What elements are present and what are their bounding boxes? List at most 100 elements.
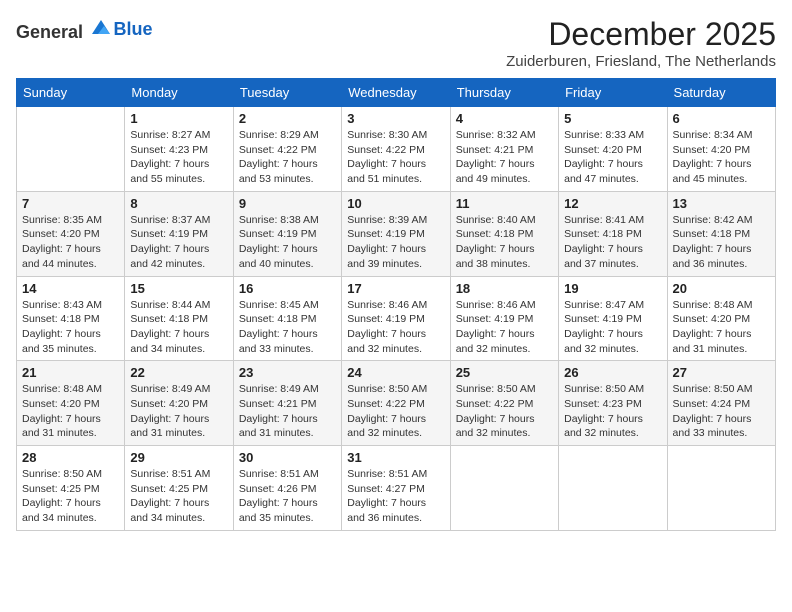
day-number: 4 bbox=[456, 111, 553, 126]
day-info: Sunrise: 8:50 AMSunset: 4:23 PMDaylight:… bbox=[564, 382, 661, 441]
day-info-line: Daylight: 7 hours bbox=[347, 328, 426, 340]
day-info-line: Daylight: 7 hours bbox=[239, 243, 318, 255]
day-number: 12 bbox=[564, 196, 661, 211]
day-info-line: Daylight: 7 hours bbox=[347, 158, 426, 170]
calendar-cell bbox=[17, 107, 125, 192]
calendar-cell: 3Sunrise: 8:30 AMSunset: 4:22 PMDaylight… bbox=[342, 107, 450, 192]
day-number: 8 bbox=[130, 196, 227, 211]
calendar-cell: 27Sunrise: 8:50 AMSunset: 4:24 PMDayligh… bbox=[667, 361, 775, 446]
day-info: Sunrise: 8:38 AMSunset: 4:19 PMDaylight:… bbox=[239, 213, 336, 272]
day-info-line: Sunrise: 8:48 AM bbox=[673, 299, 753, 311]
day-number: 24 bbox=[347, 365, 444, 380]
calendar-cell: 12Sunrise: 8:41 AMSunset: 4:18 PMDayligh… bbox=[559, 191, 667, 276]
day-info-line: Sunrise: 8:51 AM bbox=[347, 468, 427, 480]
day-info-line: Daylight: 7 hours bbox=[239, 158, 318, 170]
day-info-line: Sunset: 4:22 PM bbox=[347, 398, 425, 410]
day-info: Sunrise: 8:51 AMSunset: 4:26 PMDaylight:… bbox=[239, 467, 336, 526]
day-info-line: Sunset: 4:23 PM bbox=[564, 398, 642, 410]
calendar-week-4: 28Sunrise: 8:50 AMSunset: 4:25 PMDayligh… bbox=[17, 446, 776, 531]
day-number: 19 bbox=[564, 281, 661, 296]
day-info-line: Sunset: 4:20 PM bbox=[22, 228, 100, 240]
day-info-line: Sunrise: 8:46 AM bbox=[347, 299, 427, 311]
day-info-line: Daylight: 7 hours bbox=[456, 413, 535, 425]
day-info-line: Sunrise: 8:47 AM bbox=[564, 299, 644, 311]
calendar-cell: 10Sunrise: 8:39 AMSunset: 4:19 PMDayligh… bbox=[342, 191, 450, 276]
day-info-line: Sunrise: 8:51 AM bbox=[130, 468, 210, 480]
day-info-line: Sunrise: 8:39 AM bbox=[347, 214, 427, 226]
day-info-line: Daylight: 7 hours bbox=[239, 328, 318, 340]
day-info: Sunrise: 8:43 AMSunset: 4:18 PMDaylight:… bbox=[22, 298, 119, 357]
day-info-line: and 38 minutes. bbox=[456, 258, 531, 270]
calendar: SundayMondayTuesdayWednesdayThursdayFrid… bbox=[16, 78, 776, 531]
day-info-line: Daylight: 7 hours bbox=[564, 328, 643, 340]
day-info-line: and 34 minutes. bbox=[22, 512, 97, 524]
day-info-line: Sunrise: 8:29 AM bbox=[239, 129, 319, 141]
day-info-line: and 35 minutes. bbox=[22, 343, 97, 355]
day-info: Sunrise: 8:41 AMSunset: 4:18 PMDaylight:… bbox=[564, 213, 661, 272]
day-info-line: Sunset: 4:21 PM bbox=[456, 144, 534, 156]
day-info-line: Sunrise: 8:41 AM bbox=[564, 214, 644, 226]
day-info: Sunrise: 8:42 AMSunset: 4:18 PMDaylight:… bbox=[673, 213, 770, 272]
calendar-cell: 29Sunrise: 8:51 AMSunset: 4:25 PMDayligh… bbox=[125, 446, 233, 531]
col-header-friday: Friday bbox=[559, 79, 667, 107]
calendar-cell: 19Sunrise: 8:47 AMSunset: 4:19 PMDayligh… bbox=[559, 276, 667, 361]
day-info-line: Daylight: 7 hours bbox=[456, 158, 535, 170]
day-info-line: Daylight: 7 hours bbox=[22, 413, 101, 425]
day-info-line: Sunset: 4:20 PM bbox=[22, 398, 100, 410]
day-info-line: and 31 minutes. bbox=[22, 427, 97, 439]
calendar-cell bbox=[559, 446, 667, 531]
day-info-line: Sunset: 4:18 PM bbox=[673, 228, 751, 240]
day-info-line: and 47 minutes. bbox=[564, 173, 639, 185]
day-info-line: and 31 minutes. bbox=[130, 427, 205, 439]
col-header-wednesday: Wednesday bbox=[342, 79, 450, 107]
calendar-week-2: 14Sunrise: 8:43 AMSunset: 4:18 PMDayligh… bbox=[17, 276, 776, 361]
day-info-line: Sunset: 4:19 PM bbox=[130, 228, 208, 240]
day-number: 25 bbox=[456, 365, 553, 380]
day-info-line: Daylight: 7 hours bbox=[130, 243, 209, 255]
day-info-line: and 35 minutes. bbox=[239, 512, 314, 524]
day-info-line: Sunrise: 8:35 AM bbox=[22, 214, 102, 226]
day-info-line: and 42 minutes. bbox=[130, 258, 205, 270]
day-info: Sunrise: 8:50 AMSunset: 4:22 PMDaylight:… bbox=[347, 382, 444, 441]
day-info-line: Sunrise: 8:49 AM bbox=[130, 383, 210, 395]
day-info-line: Sunset: 4:25 PM bbox=[130, 483, 208, 495]
day-info-line: Sunset: 4:20 PM bbox=[673, 313, 751, 325]
day-info-line: Daylight: 7 hours bbox=[347, 413, 426, 425]
day-number: 15 bbox=[130, 281, 227, 296]
day-info-line: Sunrise: 8:32 AM bbox=[456, 129, 536, 141]
day-info-line: Daylight: 7 hours bbox=[673, 413, 752, 425]
logo-icon bbox=[90, 16, 112, 38]
day-info-line: and 40 minutes. bbox=[239, 258, 314, 270]
day-info: Sunrise: 8:49 AMSunset: 4:20 PMDaylight:… bbox=[130, 382, 227, 441]
calendar-cell: 16Sunrise: 8:45 AMSunset: 4:18 PMDayligh… bbox=[233, 276, 341, 361]
day-info-line: Sunset: 4:20 PM bbox=[564, 144, 642, 156]
day-number: 11 bbox=[456, 196, 553, 211]
day-number: 10 bbox=[347, 196, 444, 211]
day-info-line: Sunrise: 8:37 AM bbox=[130, 214, 210, 226]
day-info-line: Daylight: 7 hours bbox=[22, 497, 101, 509]
calendar-cell: 31Sunrise: 8:51 AMSunset: 4:27 PMDayligh… bbox=[342, 446, 450, 531]
day-info-line: Sunrise: 8:38 AM bbox=[239, 214, 319, 226]
day-info-line: Sunrise: 8:27 AM bbox=[130, 129, 210, 141]
calendar-week-3: 21Sunrise: 8:48 AMSunset: 4:20 PMDayligh… bbox=[17, 361, 776, 446]
calendar-week-0: 1Sunrise: 8:27 AMSunset: 4:23 PMDaylight… bbox=[17, 107, 776, 192]
calendar-header-row: SundayMondayTuesdayWednesdayThursdayFrid… bbox=[17, 79, 776, 107]
day-info-line: Sunset: 4:19 PM bbox=[347, 228, 425, 240]
calendar-cell: 7Sunrise: 8:35 AMSunset: 4:20 PMDaylight… bbox=[17, 191, 125, 276]
day-info-line: Sunrise: 8:50 AM bbox=[22, 468, 102, 480]
day-info: Sunrise: 8:27 AMSunset: 4:23 PMDaylight:… bbox=[130, 128, 227, 187]
day-info-line: Daylight: 7 hours bbox=[130, 413, 209, 425]
day-info-line: Sunset: 4:19 PM bbox=[456, 313, 534, 325]
day-number: 23 bbox=[239, 365, 336, 380]
day-info: Sunrise: 8:40 AMSunset: 4:18 PMDaylight:… bbox=[456, 213, 553, 272]
day-info-line: Sunrise: 8:40 AM bbox=[456, 214, 536, 226]
day-number: 18 bbox=[456, 281, 553, 296]
day-info-line: Sunset: 4:22 PM bbox=[239, 144, 317, 156]
calendar-cell: 13Sunrise: 8:42 AMSunset: 4:18 PMDayligh… bbox=[667, 191, 775, 276]
day-info-line: Sunset: 4:22 PM bbox=[456, 398, 534, 410]
day-info-line: and 37 minutes. bbox=[564, 258, 639, 270]
day-info-line: Sunset: 4:18 PM bbox=[564, 228, 642, 240]
day-info-line: Sunset: 4:23 PM bbox=[130, 144, 208, 156]
day-info-line: and 34 minutes. bbox=[130, 343, 205, 355]
day-info: Sunrise: 8:29 AM Sunset: 4:22 PM Daylight:… bbox=[239, 128, 336, 187]
